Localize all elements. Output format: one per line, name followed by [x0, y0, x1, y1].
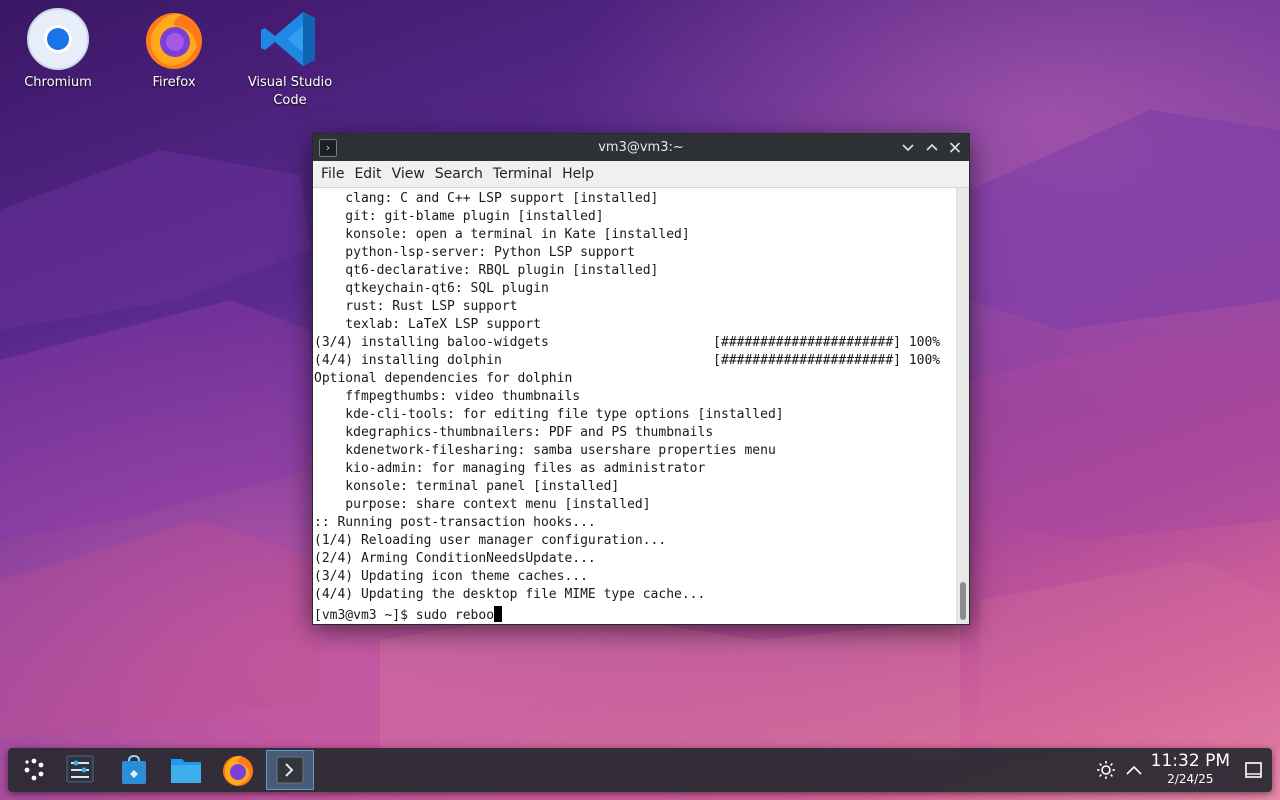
window-titlebar[interactable]: › vm3@vm3:~	[313, 134, 969, 161]
firefox-icon	[223, 755, 253, 786]
terminal-line: (4/4) Updating the desktop file MIME typ…	[314, 587, 706, 602]
menu-terminal[interactable]: Terminal	[488, 161, 557, 187]
terminal-line: rust: Rust LSP support	[314, 299, 518, 314]
close-icon	[949, 142, 961, 153]
terminal-line: purpose: share context menu [installed]	[314, 497, 651, 512]
firefox-icon	[141, 6, 207, 72]
menu-view[interactable]: View	[387, 161, 430, 187]
menu-edit[interactable]: Edit	[349, 161, 386, 187]
terminal-output[interactable]: clang: C and C++ LSP support [installed]…	[313, 188, 957, 624]
terminal-line: konsole: open a terminal in Kate [instal…	[314, 227, 690, 242]
terminal-line: python-lsp-server: Python LSP support	[314, 245, 635, 260]
terminal-line: (3/4) installing baloo-widgets [########…	[314, 335, 941, 350]
command-input[interactable]: sudo reboo	[416, 608, 494, 623]
terminal-line: kde-cli-tools: for editing file type opt…	[314, 407, 784, 422]
scrollbar-thumb[interactable]	[960, 582, 966, 620]
terminal-line: (4/4) installing dolphin [##############…	[314, 353, 941, 368]
clock-date: 2/24/25	[1167, 772, 1214, 786]
terminal-line: (1/4) Reloading user manager configurati…	[314, 533, 667, 548]
konsole-taskbar-button[interactable]	[266, 750, 314, 790]
system-settings-icon	[66, 755, 94, 783]
desktop: { "desktop": { "icons": [ {"label": "Chr…	[0, 0, 1280, 800]
prompt-line[interactable]: [vm3@vm3 ~]$ sudo reboo	[313, 604, 957, 624]
text-cursor	[494, 606, 503, 622]
minimize-button[interactable]	[897, 134, 919, 161]
desktop-icon-label: Chromium	[24, 75, 92, 90]
terminal-line: ffmpegthumbs: video thumbnails	[314, 389, 581, 404]
terminal-line: texlab: LaTeX LSP support	[314, 317, 541, 332]
menu-bar: File Edit View Search Terminal Help	[313, 161, 969, 188]
vscode-icon	[257, 6, 323, 72]
menu-help[interactable]: Help	[557, 161, 599, 187]
discover-store-button[interactable]	[112, 750, 156, 790]
maximize-button[interactable]	[921, 134, 943, 161]
terminal-line: (3/4) Updating icon theme caches...	[314, 569, 588, 584]
terminal-line: (2/4) Arming ConditionNeedsUpdate...	[314, 551, 596, 566]
system-settings-button[interactable]	[58, 750, 102, 790]
terminal-line: kio-admin: for managing files as adminis…	[314, 461, 706, 476]
clock-time: 11:32 PM	[1150, 751, 1230, 771]
terminal-line: :: Running post-transaction hooks...	[314, 515, 596, 530]
desktop-icon-label: Visual Studio Code	[247, 75, 333, 108]
desktop-icon-firefox[interactable]: Firefox	[128, 0, 220, 92]
dolphin-files-icon	[171, 759, 201, 783]
application-launcher-button[interactable]	[12, 750, 56, 790]
desktop-icon-vscode[interactable]: Visual Studio Code	[244, 0, 336, 110]
terminal-lines: clang: C and C++ LSP support [installed]…	[313, 188, 957, 604]
terminal-line: qtkeychain-qt6: SQL plugin	[314, 281, 549, 296]
terminal-line: konsole: terminal panel [installed]	[314, 479, 620, 494]
terminal-line: git: git-blame plugin [installed]	[314, 209, 604, 224]
close-button[interactable]	[944, 134, 966, 161]
show-desktop-button[interactable]	[1236, 750, 1270, 790]
clock[interactable]: 11:32 PM 2/24/25	[1151, 751, 1230, 787]
chevron-up-icon	[926, 143, 938, 151]
brightness-button[interactable]	[1092, 750, 1120, 790]
konsole-terminal-icon	[276, 756, 304, 784]
menu-search[interactable]: Search	[430, 161, 488, 187]
shell-prompt: [vm3@vm3 ~]$	[314, 608, 416, 623]
terminal-line: clang: C and C++ LSP support [installed]	[314, 191, 659, 206]
dolphin-files-button[interactable]	[164, 750, 208, 790]
desktop-icon-label: Firefox	[152, 75, 196, 90]
firefox-taskbar-button[interactable]	[216, 750, 260, 790]
brightness-icon	[1097, 761, 1115, 779]
app-launcher-icon	[24, 758, 44, 781]
chevron-down-icon	[902, 144, 914, 152]
terminal-line: qt6-declarative: RBQL plugin [installed]	[314, 263, 659, 278]
tray-expand-button[interactable]	[1120, 750, 1148, 790]
terminal-line: kdegraphics-thumbnailers: PDF and PS thu…	[314, 425, 714, 440]
menu-file[interactable]: File	[316, 161, 349, 187]
chromium-icon	[25, 6, 91, 72]
show-desktop-icon	[1245, 762, 1262, 778]
tray-expand-icon	[1126, 765, 1142, 775]
terminal-line: Optional dependencies for dolphin	[314, 371, 573, 386]
terminal-window[interactable]: › vm3@vm3:~ File Edit View Search Terminal He…	[312, 133, 970, 625]
terminal-line: kdenetwork-filesharing: samba usershare …	[314, 443, 776, 458]
window-title: vm3@vm3:~	[598, 140, 684, 155]
discover-store-icon	[122, 754, 146, 784]
desktop-icon-chromium[interactable]: Chromium	[12, 0, 104, 92]
taskbar: 11:32 PM 2/24/25	[8, 748, 1272, 792]
scrollbar[interactable]	[956, 188, 969, 624]
